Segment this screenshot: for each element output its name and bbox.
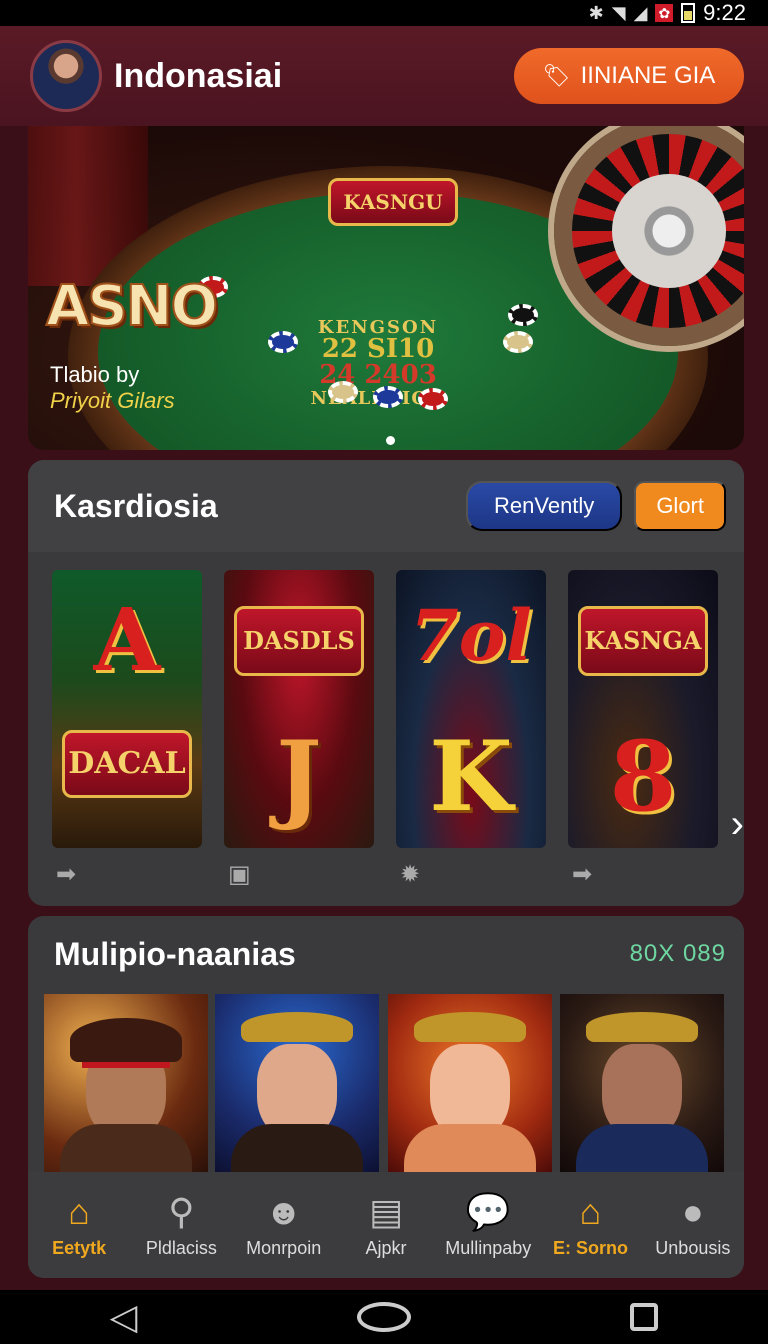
hero-subtitle-highlight: Priyoit Gilars xyxy=(50,388,175,413)
nav-label: Eetytk xyxy=(52,1237,107,1258)
nav-label: Ajpkr xyxy=(365,1237,407,1258)
nav-item-home-2[interactable]: ⌂ E: Sorno xyxy=(539,1172,641,1278)
filter-button-orange[interactable]: Glort xyxy=(634,481,726,531)
chip xyxy=(508,304,538,326)
hero-logo: KASNGU xyxy=(328,178,458,226)
chip xyxy=(268,331,298,353)
chip xyxy=(418,388,448,410)
app-header: Indonasiai 🏷 IINIANE GIA xyxy=(0,26,768,126)
casino-section-header: Kasrdiosia RenVently Glort xyxy=(28,460,744,552)
game-symbol: K xyxy=(429,720,513,833)
back-icon[interactable]: ◁ xyxy=(110,1296,138,1338)
game-carousel: A DACAL DASDLS J 7ol K KASNGA 8 ➡ ▣ ✹ ➡ … xyxy=(52,570,744,900)
dealer-body xyxy=(60,1124,192,1174)
game-tile[interactable]: KASNGA 8 xyxy=(568,570,718,848)
nav-label: Mullinpaby xyxy=(445,1237,532,1258)
notification-icon: ✿ xyxy=(655,4,674,22)
section-title: Mulipio-naanias xyxy=(54,935,296,972)
game-symbol: 7ol xyxy=(410,594,532,677)
bluetooth-icon: ✱ xyxy=(588,2,604,23)
slot-machine-icon: ▤ xyxy=(368,1190,403,1232)
game-badge: DACAL xyxy=(62,730,192,798)
hero-title: ASNO xyxy=(45,273,219,340)
game-tile[interactable]: DASDLS J xyxy=(224,570,374,848)
dealer-card[interactable] xyxy=(388,994,552,1174)
nav-item-profile[interactable]: ● Unbousis xyxy=(642,1172,744,1278)
search-icon: ⚲ xyxy=(168,1190,195,1232)
chip xyxy=(373,386,403,408)
filter-button-blue[interactable]: RenVently xyxy=(466,481,623,531)
carousel-indicator[interactable] xyxy=(386,436,395,445)
dealer-body xyxy=(231,1124,363,1174)
user-icon: ● xyxy=(681,1190,704,1232)
dealer-crown xyxy=(586,1012,698,1042)
chat-face-icon: ☻ xyxy=(264,1190,303,1232)
nav-label: Unbousis xyxy=(655,1237,731,1258)
game-symbol: J xyxy=(276,720,322,833)
nav-item-promo[interactable]: ☻ Monrpoin xyxy=(233,1172,335,1278)
header-cta-button[interactable]: 🏷 IINIANE GIA xyxy=(514,48,744,104)
nav-label: E: Sorno xyxy=(553,1237,629,1258)
chat-arrow-icon: ➡ xyxy=(56,861,77,888)
game-symbol: 8 xyxy=(609,720,677,833)
multiplayer-section-header: Mulipio-naanias 80X 089 xyxy=(28,916,744,992)
gear-icon: ✹ xyxy=(400,861,421,888)
status-bar: ✱ ◥ ◢ ✿ 9:22 xyxy=(0,0,768,26)
dealer-card[interactable] xyxy=(44,994,208,1174)
chip xyxy=(503,331,533,353)
recents-icon[interactable] xyxy=(630,1303,659,1331)
signal-icon: ◢ xyxy=(633,2,648,23)
nav-item-search[interactable]: ⚲ Pldlaciss xyxy=(130,1172,232,1278)
dealer-crown xyxy=(241,1012,353,1042)
section-title: Kasrdiosia xyxy=(54,487,218,524)
app-title: Indonasiai xyxy=(114,56,283,95)
dealer-body xyxy=(404,1124,536,1174)
status-time: 9:22 xyxy=(703,0,746,25)
home-icon: ⌂ xyxy=(68,1190,91,1232)
nav-label: Monrpoin xyxy=(246,1237,322,1258)
nav-item-chat[interactable]: 💬 Mullinpaby xyxy=(437,1172,539,1278)
felt-text-3: 24 2403 xyxy=(319,360,437,390)
game-tile[interactable]: 7ol K xyxy=(396,570,546,848)
game-badge: KASNGA xyxy=(578,606,708,676)
dealer-hat xyxy=(70,1018,182,1062)
chevron-right-icon[interactable]: › xyxy=(731,802,744,847)
nav-item-home[interactable]: ⌂ Eetytk xyxy=(28,1172,130,1278)
system-nav-bar: ◁ xyxy=(0,1290,768,1344)
dealer-crown xyxy=(414,1012,526,1042)
nav-item-app[interactable]: ▤ Ajpkr xyxy=(335,1172,437,1278)
dealer-card[interactable] xyxy=(215,994,379,1174)
wifi-icon: ◥ xyxy=(611,2,626,23)
dealer-body xyxy=(576,1124,708,1174)
home-button-icon[interactable] xyxy=(356,1302,411,1332)
chat-bubble-icon: 💬 xyxy=(465,1190,511,1232)
chip xyxy=(328,381,358,403)
header-cta-label: IINIANE GIA xyxy=(580,62,716,89)
game-badge: DASDLS xyxy=(234,606,364,676)
hero-banner[interactable]: KENGSON 22 SI10 24 2403 NEALDSION KASNGU… xyxy=(28,126,744,450)
slot-machine-icon: ▣ xyxy=(228,861,251,888)
bottom-nav: ⌂ Eetytk ⚲ Pldlaciss ☻ Monrpoin ▤ Ajpkr … xyxy=(28,1172,744,1278)
dealer-carousel xyxy=(44,994,734,1174)
game-symbol: A xyxy=(93,590,161,691)
home-icon: ⌂ xyxy=(579,1190,602,1232)
avatar[interactable] xyxy=(30,40,102,112)
battery-icon xyxy=(681,3,696,23)
dealer-card[interactable] xyxy=(560,994,724,1174)
nav-label: Pldlaciss xyxy=(145,1237,217,1258)
tag-icon: 🏷 xyxy=(542,63,571,88)
casino-section: Kasrdiosia RenVently Glort A DACAL DASDL… xyxy=(28,460,744,906)
game-tile[interactable]: A DACAL xyxy=(52,570,202,848)
section-meta[interactable]: 80X 089 xyxy=(630,940,726,968)
chat-arrow-icon: ➡ xyxy=(572,861,593,888)
hero-subtitle: Tlabio by xyxy=(50,362,140,387)
